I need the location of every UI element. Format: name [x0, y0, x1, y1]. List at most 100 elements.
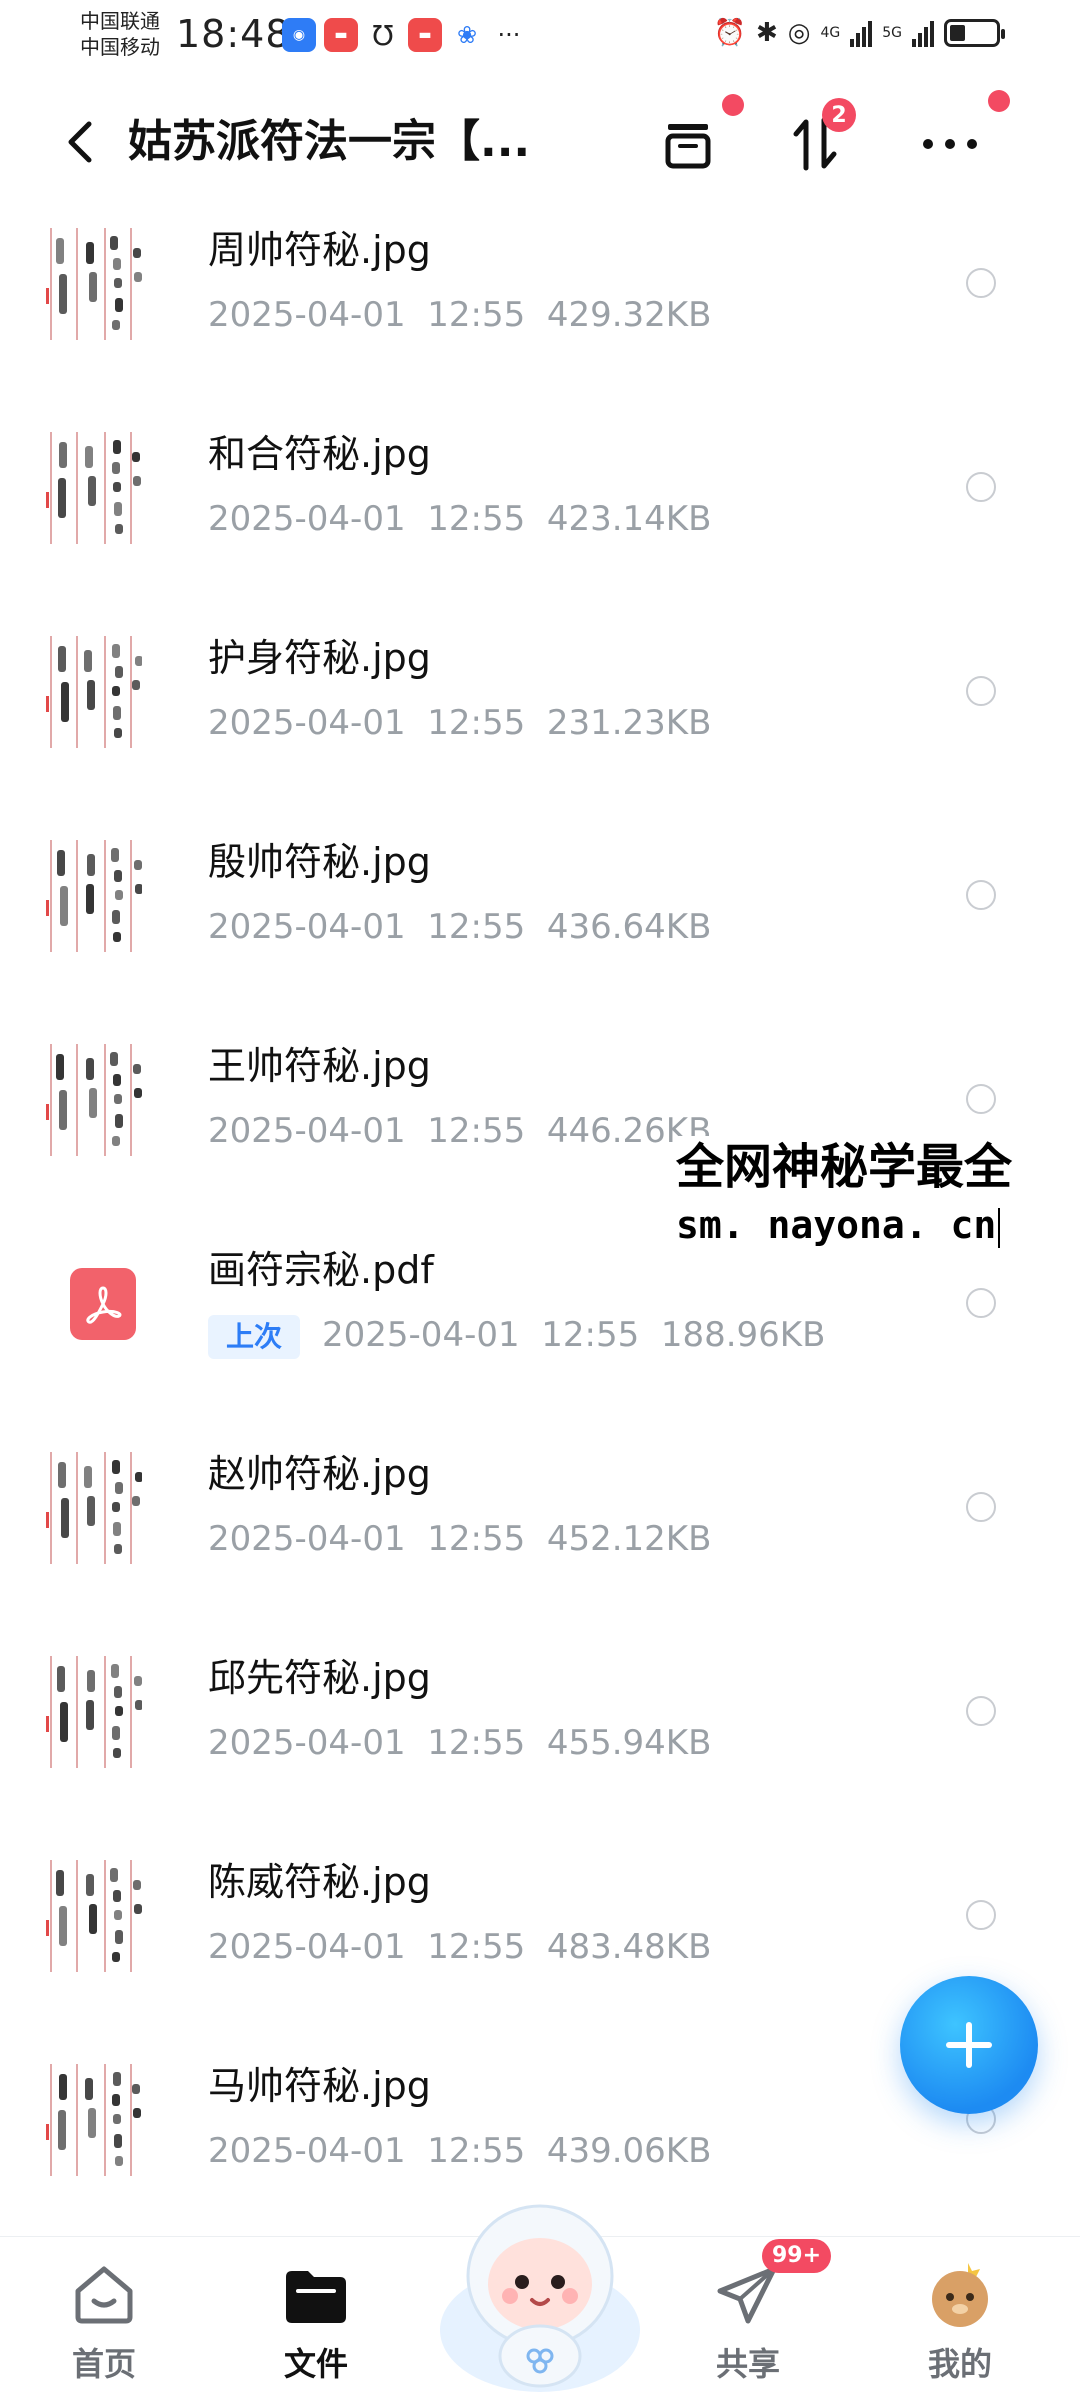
file-date: 2025-04-01: [208, 703, 406, 743]
file-row[interactable]: 周帅符秘.jpg 2025-04-01 12:55 429.32KB: [0, 200, 1080, 400]
notification-icons: ◉ ▬ Ʊ ▬ ❀ ···: [282, 18, 526, 52]
select-radio[interactable]: [966, 1288, 996, 1318]
file-size: 483.48KB: [546, 1927, 712, 1967]
file-meta: 上次 2025-04-01 12:55 188.96KB: [208, 1312, 825, 1359]
image-thumbnail: [46, 1452, 142, 1564]
paper-plane-icon: 99+: [710, 2239, 832, 2333]
image-thumbnail: [46, 228, 142, 340]
file-date: 2025-04-01: [208, 907, 406, 947]
notification-dot: [722, 94, 744, 116]
watermark-line-1: 全网神秘学最全: [676, 1139, 1013, 1195]
plus-icon: [946, 2022, 992, 2068]
file-row[interactable]: 赵帅符秘.jpg 2025-04-01 12:55 452.12KB: [0, 1424, 1080, 1624]
battery-icon: [944, 19, 1005, 47]
ai-assistant-mascot[interactable]: [432, 2180, 648, 2400]
file-name: 和合符秘.jpg: [208, 432, 431, 476]
file-date: 2025-04-01: [208, 2131, 406, 2171]
sort-button[interactable]: 2: [776, 98, 856, 184]
paw-icon: ❀: [456, 21, 478, 49]
more-button[interactable]: [910, 90, 1010, 184]
select-radio[interactable]: [966, 472, 996, 502]
notification-dot: [988, 90, 1010, 112]
more-dots-icon: [923, 139, 977, 149]
image-thumbnail: [46, 2064, 142, 2176]
file-time: 12:55: [427, 1723, 526, 1763]
select-radio[interactable]: [966, 1492, 996, 1522]
file-name: 邱先符秘.jpg: [208, 1656, 431, 1700]
file-time: 12:55: [427, 703, 526, 743]
page-title: 姑苏派符法一宗【...: [128, 116, 531, 167]
nav-home[interactable]: 首页: [24, 2257, 184, 2397]
nav-files[interactable]: 文件: [236, 2257, 396, 2397]
app-notification-icon: ◉: [282, 18, 316, 52]
file-size: 231.23KB: [546, 703, 712, 743]
file-date: 2025-04-01: [208, 499, 406, 539]
file-meta: 2025-04-01 12:55 452.12KB: [208, 1516, 711, 1562]
battery-level: [950, 25, 965, 41]
nav-share[interactable]: 99+ 共享: [668, 2239, 832, 2397]
carrier-info: 中国联通 中国移动: [80, 8, 160, 60]
file-row[interactable]: 和合符秘.jpg 2025-04-01 12:55 423.14KB: [0, 404, 1080, 604]
file-meta: 2025-04-01 12:55 231.23KB: [208, 700, 711, 746]
file-name: 殷帅符秘.jpg: [208, 840, 431, 884]
add-button[interactable]: [900, 1976, 1038, 2114]
select-radio[interactable]: [966, 1696, 996, 1726]
file-time: 12:55: [427, 499, 526, 539]
share-badge: 99+: [762, 2239, 832, 2273]
more-notifications-icon: ···: [497, 21, 521, 49]
pdf-file-icon: [70, 1268, 136, 1340]
file-meta: 2025-04-01 12:55 429.32KB: [208, 292, 711, 338]
nav-home-label: 首页: [71, 2345, 136, 2383]
nav-share-label: 共享: [715, 2345, 780, 2383]
file-size: 455.94KB: [546, 1723, 712, 1763]
file-time: 12:55: [541, 1315, 640, 1355]
status-bar: 中国联通 中国移动 18:48 ◉ ▬ Ʊ ▬ ❀ ··· ⏰ ✱ ◎ 4G 5…: [0, 0, 1080, 72]
file-time: 12:55: [427, 907, 526, 947]
file-name: 马帅符秘.jpg: [208, 2064, 431, 2108]
app-notification-icon: Ʊ: [372, 18, 394, 52]
archive-box-icon: [665, 124, 711, 169]
archive-button[interactable]: [648, 94, 744, 184]
file-size: 439.06KB: [546, 2131, 712, 2171]
file-time: 12:55: [427, 2131, 526, 2171]
file-size: 452.12KB: [546, 1519, 712, 1559]
file-meta: 2025-04-01 12:55 446.26KB: [208, 1108, 711, 1154]
carrier-2: 中国移动: [80, 35, 160, 59]
image-thumbnail: [46, 432, 142, 544]
file-time: 12:55: [427, 1111, 526, 1151]
folder-header: 姑苏派符法一宗【... 2: [0, 90, 1080, 200]
file-row[interactable]: 护身符秘.jpg 2025-04-01 12:55 231.23KB: [0, 608, 1080, 808]
carrier-1: 中国联通: [80, 9, 160, 33]
signal-icon: [912, 19, 934, 47]
nav-me-label: 我的: [927, 2345, 992, 2383]
network-type-1: 4G: [820, 25, 841, 41]
avatar: [922, 2257, 998, 2333]
file-meta: 2025-04-01 12:55 483.48KB: [208, 1924, 711, 1970]
file-row[interactable]: 邱先符秘.jpg 2025-04-01 12:55 455.94KB: [0, 1628, 1080, 1828]
file-meta: 2025-04-01 12:55 436.64KB: [208, 904, 711, 950]
select-radio[interactable]: [966, 676, 996, 706]
select-radio[interactable]: [966, 268, 996, 298]
image-thumbnail: [46, 1044, 142, 1156]
select-radio[interactable]: [966, 1084, 996, 1114]
file-date: 2025-04-01: [208, 1519, 406, 1559]
file-time: 12:55: [427, 1927, 526, 1967]
file-size: 188.96KB: [660, 1315, 826, 1355]
select-radio[interactable]: [966, 1900, 996, 1930]
select-radio[interactable]: [966, 880, 996, 910]
hotspot-icon: ◎: [787, 18, 811, 48]
file-row[interactable]: 殷帅符秘.jpg 2025-04-01 12:55 436.64KB: [0, 812, 1080, 1012]
file-size: 423.14KB: [546, 499, 712, 539]
file-date: 2025-04-01: [208, 1927, 406, 1967]
file-size: 429.32KB: [546, 295, 712, 335]
file-name: 赵帅符秘.jpg: [208, 1452, 431, 1496]
image-thumbnail: [46, 1656, 142, 1768]
file-size: 436.64KB: [546, 907, 712, 947]
app-notification-icon: ▬: [408, 18, 442, 52]
file-meta: 2025-04-01 12:55 455.94KB: [208, 1720, 711, 1766]
image-thumbnail: [46, 636, 142, 748]
nav-me[interactable]: 我的: [880, 2257, 1040, 2397]
network-type-2: 5G: [882, 25, 902, 41]
back-button[interactable]: [50, 112, 110, 172]
file-date: 2025-04-01: [208, 295, 406, 335]
